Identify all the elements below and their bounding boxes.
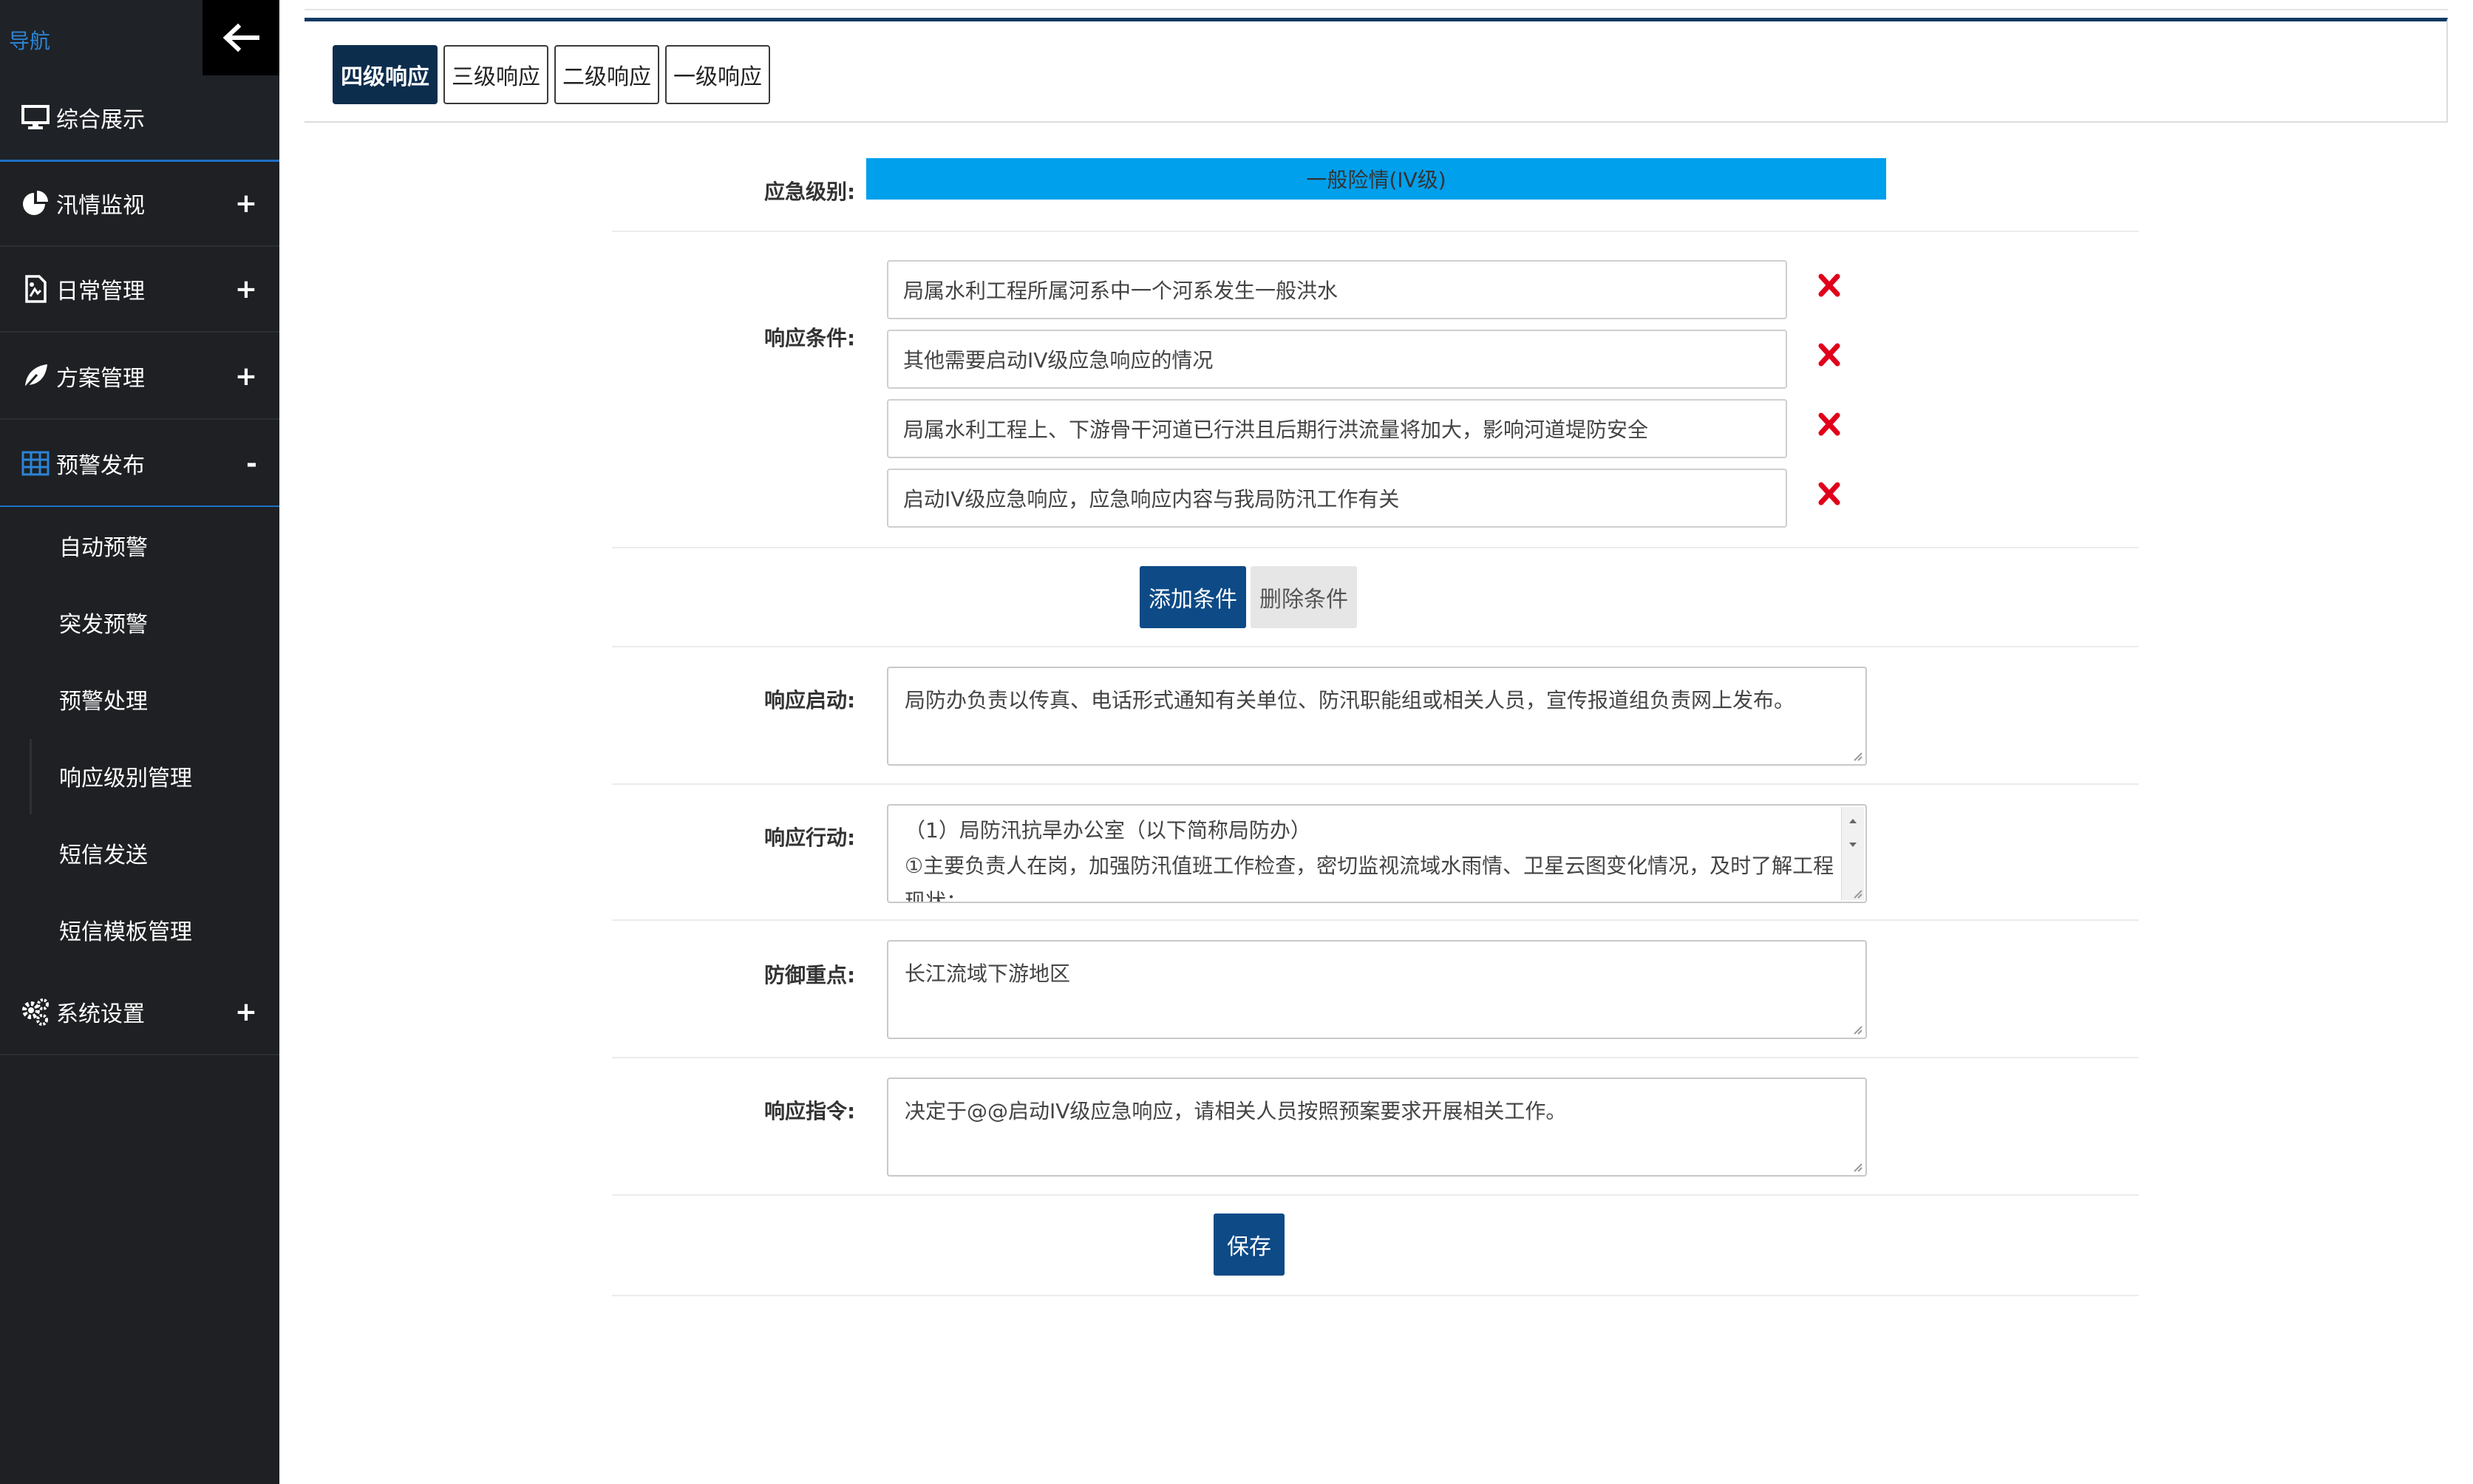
action-textarea[interactable]: （1）局防汛抗旱办公室（以下简称局防办） ①主要负责人在岗，加强防汛值班工作检查… [887,804,1867,903]
command-textarea[interactable]: 决定于@@启动IV级应急响应，请相关人员按照预案要求开展相关工作。 [887,1078,1867,1177]
command-label: 响应指令: [764,1099,856,1123]
submenu-item-label: 预警处理 [59,689,148,715]
sidebar-header: 导航 [0,0,279,75]
conditions-label: 响应条件: [764,326,856,350]
top-divider [305,9,2448,10]
expand-icon: + [234,273,257,304]
resize-grip-icon[interactable] [1851,1023,1863,1035]
expand-icon: + [234,996,257,1027]
sidebar-item-system-settings[interactable]: 系统设置 + [0,970,279,1055]
active-submenu-marker [30,739,32,814]
sidebar-item-flood-monitor[interactable]: 汛情监视 + [0,161,279,247]
submenu: 自动预警 突发预警 预警处理 响应级别管理 短信发送 短信模板管理 [0,507,279,968]
submenu-item-label: 短信发送 [59,843,148,868]
submenu-item-sms-send[interactable]: 短信发送 [0,814,279,891]
sidebar-item-label: 方案管理 [56,366,145,392]
tab-level-3[interactable]: 三级响应 [443,45,548,104]
row-divider [612,1194,2139,1196]
defense-text: 长江流域下游地区 [905,961,1071,986]
row-divider [612,646,2139,647]
condition-input[interactable]: 局属水利工程所属河系中一个河系发生一般洪水 [887,260,1787,319]
sidebar-item-label: 预警发布 [56,453,145,479]
submenu-item-label: 短信模板管理 [59,919,192,945]
condition-input[interactable]: 其他需要启动IV级应急响应的情况 [887,330,1787,389]
submenu-item-warning-handling[interactable]: 预警处理 [0,661,279,738]
start-textarea[interactable]: 局防办负责以传真、电话形式通知有关单位、防汛职能组或相关人员，宣传报道组负责网上… [887,667,1867,766]
nav-title: 导航 [9,29,51,53]
defense-label: 防御重点: [764,963,856,987]
level-value: 一般险情(IV级) [866,158,1886,200]
resize-grip-icon[interactable] [1851,887,1863,899]
response-level-tabs: 四级响应 三级响应 二级响应 一级响应 [305,18,2448,123]
tab-level-1[interactable]: 一级响应 [665,45,770,104]
sidebar-item-label: 日常管理 [56,279,145,304]
submenu-item-label: 响应级别管理 [59,766,192,792]
sidebar-item-label: 综合展示 [56,107,145,133]
save-button[interactable]: 保存 [1214,1214,1285,1276]
sidebar-item-label: 汛情监视 [56,193,145,219]
sidebar-item-label: 系统设置 [56,1001,145,1027]
delete-condition-icon[interactable] [1815,272,1842,299]
tab-level-4[interactable]: 四级响应 [333,45,438,104]
pie-chart-icon [23,191,48,215]
start-text: 局防办负责以传真、电话形式通知有关单位、防汛职能组或相关人员，宣传报道组负责网上… [905,688,1795,712]
collapse-sidebar-button[interactable] [203,0,279,75]
action-label: 响应行动: [764,826,856,850]
delete-condition-icon[interactable] [1815,480,1842,507]
action-line: ①主要负责人在岗，加强防汛值班工作检查，密切监视流域水雨情、卫星云图变化情况，及… [905,854,1834,903]
sidebar-item-overview[interactable]: 综合展示 [0,75,279,162]
command-text: 决定于@@启动IV级应急响应，请相关人员按照预案要求开展相关工作。 [905,1099,1567,1123]
level-label: 应急级别: [764,180,856,204]
row-divider [612,231,2139,232]
table-icon [21,451,50,476]
collapse-icon: - [246,448,257,479]
submenu-item-sudden-warning[interactable]: 突发预警 [0,584,279,661]
leaf-icon [22,364,47,391]
delete-condition-icon[interactable] [1815,341,1842,368]
expand-icon: + [234,188,257,219]
sidebar-item-plan-management[interactable]: 方案管理 + [0,334,279,420]
resize-grip-icon[interactable] [1851,1160,1863,1172]
row-divider [612,1295,2139,1296]
document-icon [25,275,47,303]
row-divider [612,547,2139,548]
submenu-item-label: 突发预警 [59,612,148,638]
scroll-down-icon[interactable] [1842,834,1864,856]
gears-icon [22,998,49,1026]
arrow-left-icon [222,23,259,52]
start-label: 响应启动: [764,688,856,712]
sidebar-item-daily-management[interactable]: 日常管理 + [0,247,279,333]
tab-level-2[interactable]: 二级响应 [554,45,659,104]
monitor-icon [21,105,50,129]
action-line: （1）局防汛抗旱办公室（以下简称局防办） [905,818,1311,843]
expand-icon: + [234,361,257,392]
row-divider [612,1057,2139,1058]
add-condition-button[interactable]: 添加条件 [1140,566,1246,628]
delete-condition-button[interactable]: 删除条件 [1251,566,1357,628]
submenu-item-response-level[interactable]: 响应级别管理 [0,738,279,814]
sidebar: 导航 综合展示 汛情监视 + 日常管理 + 方案管理 + 预警发布 - 自动预警… [0,0,279,1484]
row-divider [612,783,2139,785]
row-divider [612,919,2139,921]
sidebar-item-warning-publish[interactable]: 预警发布 - [0,421,279,508]
delete-condition-icon[interactable] [1815,411,1842,438]
condition-input[interactable]: 局属水利工程上、下游骨干河道已行洪且后期行洪流量将加大，影响河道堤防安全 [887,399,1787,458]
defense-textarea[interactable]: 长江流域下游地区 [887,940,1867,1039]
scroll-up-icon[interactable] [1842,810,1864,832]
submenu-item-label: 自动预警 [59,535,148,561]
submenu-item-sms-template[interactable]: 短信模板管理 [0,891,279,968]
condition-input[interactable]: 启动IV级应急响应，应急响应内容与我局防汛工作有关 [887,469,1787,528]
submenu-item-auto-warning[interactable]: 自动预警 [0,507,279,584]
resize-grip-icon[interactable] [1851,749,1863,761]
